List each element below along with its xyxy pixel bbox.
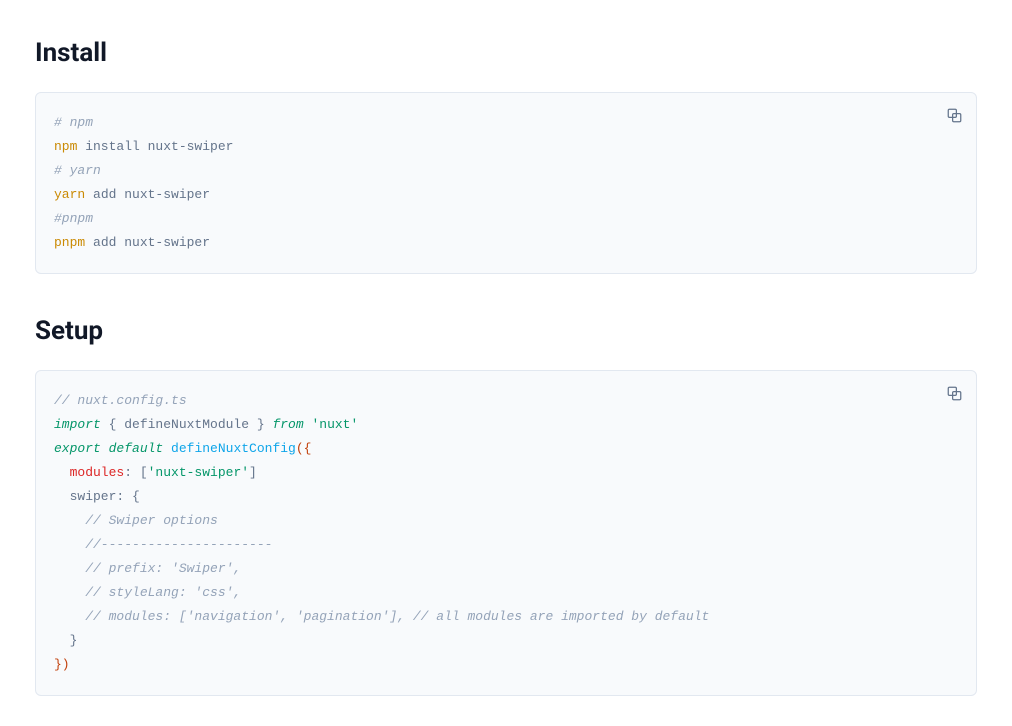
code-keyword: default [101,441,163,456]
code-text: add nuxt-swiper [85,187,210,202]
code-op: }) [54,657,70,672]
code-comment: //---------------------- [54,537,272,552]
code-cmd: yarn [54,187,85,202]
code-text: install nuxt-swiper [77,139,233,154]
setup-codeblock: // nuxt.config.ts import { defineNuxtMod… [35,370,977,696]
code-fn: defineNuxtConfig [163,441,296,456]
install-code: # npm npm install nuxt-swiper # yarn yar… [54,111,958,255]
setup-code: // nuxt.config.ts import { defineNuxtMod… [54,389,958,677]
code-text: } [54,633,77,648]
code-cmd: npm [54,139,77,154]
code-text: ] [249,465,257,480]
install-section: Install # npm npm install nuxt-swiper # … [35,38,977,274]
code-cmd: pnpm [54,235,85,250]
install-codeblock: # npm npm install nuxt-swiper # yarn yar… [35,92,977,274]
code-comment: // styleLang: 'css', [54,585,241,600]
code-comment: # yarn [54,163,101,178]
copy-button[interactable] [942,103,966,127]
code-string: 'nuxt-swiper' [148,465,249,480]
code-comment: // modules: ['navigation', 'pagination']… [54,609,709,624]
code-keyword: import [54,417,101,432]
setup-heading: Setup [35,316,977,346]
code-op: ({ [296,441,312,456]
copy-icon [947,108,962,123]
code-text: add nuxt-swiper [85,235,210,250]
code-text: { defineNuxtModule } [101,417,273,432]
code-comment: // prefix: 'Swiper', [54,561,241,576]
code-text: swiper: { [54,489,140,504]
code-text: : [ [124,465,147,480]
code-prop: modules [54,465,124,480]
copy-icon [947,386,962,401]
setup-section: Setup // nuxt.config.ts import { defineN… [35,316,977,696]
code-keyword: export [54,441,101,456]
install-heading: Install [35,38,977,68]
code-comment: #pnpm [54,211,93,226]
code-comment: // Swiper options [54,513,218,528]
code-string: 'nuxt' [304,417,359,432]
copy-button[interactable] [942,381,966,405]
code-comment: # npm [54,115,93,130]
code-keyword: from [272,417,303,432]
code-comment: // nuxt.config.ts [54,393,187,408]
